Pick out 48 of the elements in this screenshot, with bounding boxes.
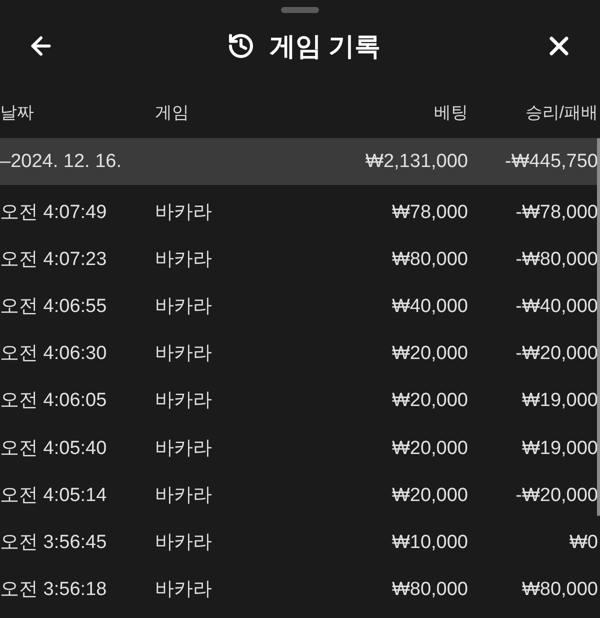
time-cell: 오전 3:56:45 — [0, 530, 107, 555]
bet-cell: ₩20,000 — [392, 342, 468, 366]
column-header: 날짜 — [0, 102, 34, 124]
time-cell: 오전 4:05:14 — [0, 484, 107, 508]
game-cell: 바카라 — [155, 530, 212, 555]
result-cell: -₩20,000 — [516, 484, 598, 508]
time-cell: 오전 3:56:18 — [0, 578, 107, 602]
time-cell: 오전 4:05:40 — [0, 436, 107, 461]
result-cell: -₩20,000 — [516, 342, 598, 366]
time-cell: 오전 4:07:49 — [0, 200, 107, 225]
result-cell: ₩19,000 — [522, 389, 598, 414]
scrollbar[interactable] — [597, 138, 600, 516]
game-cell: 바카라 — [155, 248, 212, 272]
history-icon — [227, 32, 256, 60]
result-cell: -₩40,000 — [516, 294, 598, 319]
result-cell: ₩19,000 — [522, 436, 598, 461]
bet-cell: ₩40,000 — [392, 294, 468, 319]
game-cell: 바카라 — [155, 294, 212, 319]
group-date: –2024. 12. 16. — [0, 150, 122, 174]
group-result-total: -₩445,750 — [505, 150, 598, 174]
column-header: 승리/패배 — [525, 102, 598, 124]
time-cell: 오전 4:06:55 — [0, 294, 107, 319]
bet-cell: ₩80,000 — [392, 248, 468, 272]
game-cell: 바카라 — [155, 342, 212, 366]
column-header: 베팅 — [434, 102, 468, 124]
column-header: 게임 — [155, 102, 189, 124]
bet-cell: ₩10,000 — [392, 530, 468, 555]
bet-cell: ₩20,000 — [392, 436, 468, 461]
bet-cell: ₩20,000 — [392, 484, 468, 508]
result-cell: -₩80,000 — [516, 248, 598, 272]
result-cell: -₩78,000 — [516, 200, 598, 225]
game-cell: 바카라 — [155, 436, 212, 461]
group-bet-total: ₩2,131,000 — [366, 150, 468, 174]
bet-cell: ₩80,000 — [392, 578, 468, 602]
game-cell: 바카라 — [155, 389, 212, 414]
time-cell: 오전 4:06:05 — [0, 389, 107, 414]
time-cell: 오전 4:07:23 — [0, 248, 107, 272]
game-cell: 바카라 — [155, 200, 212, 225]
game-cell: 바카라 — [155, 578, 212, 602]
time-cell: 오전 4:06:30 — [0, 342, 107, 366]
bet-cell: ₩78,000 — [392, 200, 468, 225]
game-cell: 바카라 — [155, 484, 212, 508]
page-title: 게임 기록 — [269, 31, 381, 61]
bet-cell: ₩20,000 — [392, 389, 468, 414]
drag-handle[interactable] — [281, 7, 319, 13]
result-cell: ₩80,000 — [522, 578, 598, 602]
result-cell: ₩0 — [570, 530, 598, 555]
date-group-row[interactable]: –2024. 12. 16. ₩2,131,000 -₩445,750 — [0, 138, 600, 185]
